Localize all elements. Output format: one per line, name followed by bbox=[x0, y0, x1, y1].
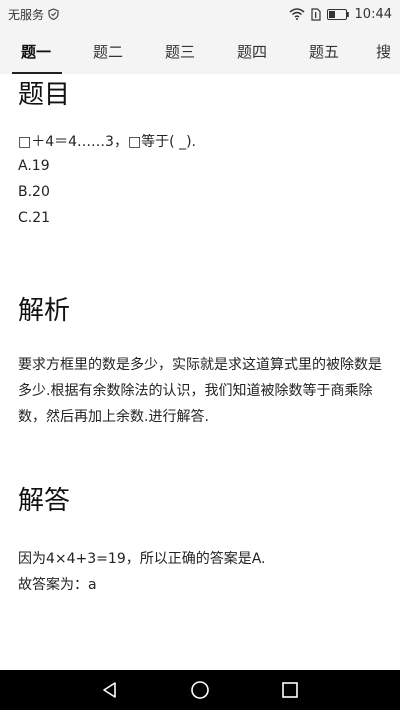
tab-question-3[interactable]: 题三 bbox=[144, 28, 216, 74]
wifi-icon bbox=[289, 8, 305, 20]
answer-line-1: 因为4×4+3=19，所以正确的答案是A. bbox=[18, 551, 266, 567]
option-a: A.19 bbox=[18, 158, 50, 175]
question-heading: 题目 bbox=[18, 80, 71, 110]
answer-text: 因为4×4+3=19，所以正确的答案是A. 故答案为：a bbox=[18, 546, 266, 598]
sim-card-icon bbox=[310, 7, 321, 21]
tab-search[interactable]: 搜 bbox=[360, 28, 400, 74]
navigation-bar bbox=[0, 670, 400, 710]
status-left: 无服务 bbox=[8, 6, 59, 23]
question-text: □＋4＝4……3，□等于( _). bbox=[18, 134, 197, 151]
clock-text: 10:44 bbox=[354, 6, 392, 22]
tab-question-2[interactable]: 题二 bbox=[72, 28, 144, 74]
analysis-heading: 解析 bbox=[18, 296, 71, 326]
home-circle-icon[interactable] bbox=[190, 680, 210, 700]
answer-heading: 解答 bbox=[18, 486, 71, 516]
tab-question-5[interactable]: 题五 bbox=[288, 28, 360, 74]
carrier-text: 无服务 bbox=[8, 7, 45, 22]
status-right: 10:44 bbox=[289, 7, 392, 22]
analysis-text: 要求方框里的数是多少，实际就是求这道算式里的被除数是多少.根据有余数除法的认识，… bbox=[18, 357, 382, 425]
status-bar: 无服务 10:44 bbox=[0, 0, 400, 28]
option-b: B.20 bbox=[18, 184, 50, 201]
tab-question-4[interactable]: 题四 bbox=[216, 28, 288, 74]
recents-square-icon[interactable] bbox=[280, 680, 300, 700]
tab-question-1[interactable]: 题一 bbox=[0, 28, 72, 74]
tab-bar: 题一 题二 题三 题四 题五 搜 bbox=[0, 28, 400, 74]
option-c: C.21 bbox=[18, 210, 51, 227]
answer-line-2: 故答案为：a bbox=[18, 577, 97, 593]
back-triangle-icon[interactable] bbox=[100, 680, 120, 700]
content-area: 题目 □＋4＝4……3，□等于( _). A.19 B.20 C.21 解析 要… bbox=[18, 74, 388, 593]
battery-icon bbox=[326, 8, 349, 20]
shield-icon bbox=[48, 8, 59, 20]
